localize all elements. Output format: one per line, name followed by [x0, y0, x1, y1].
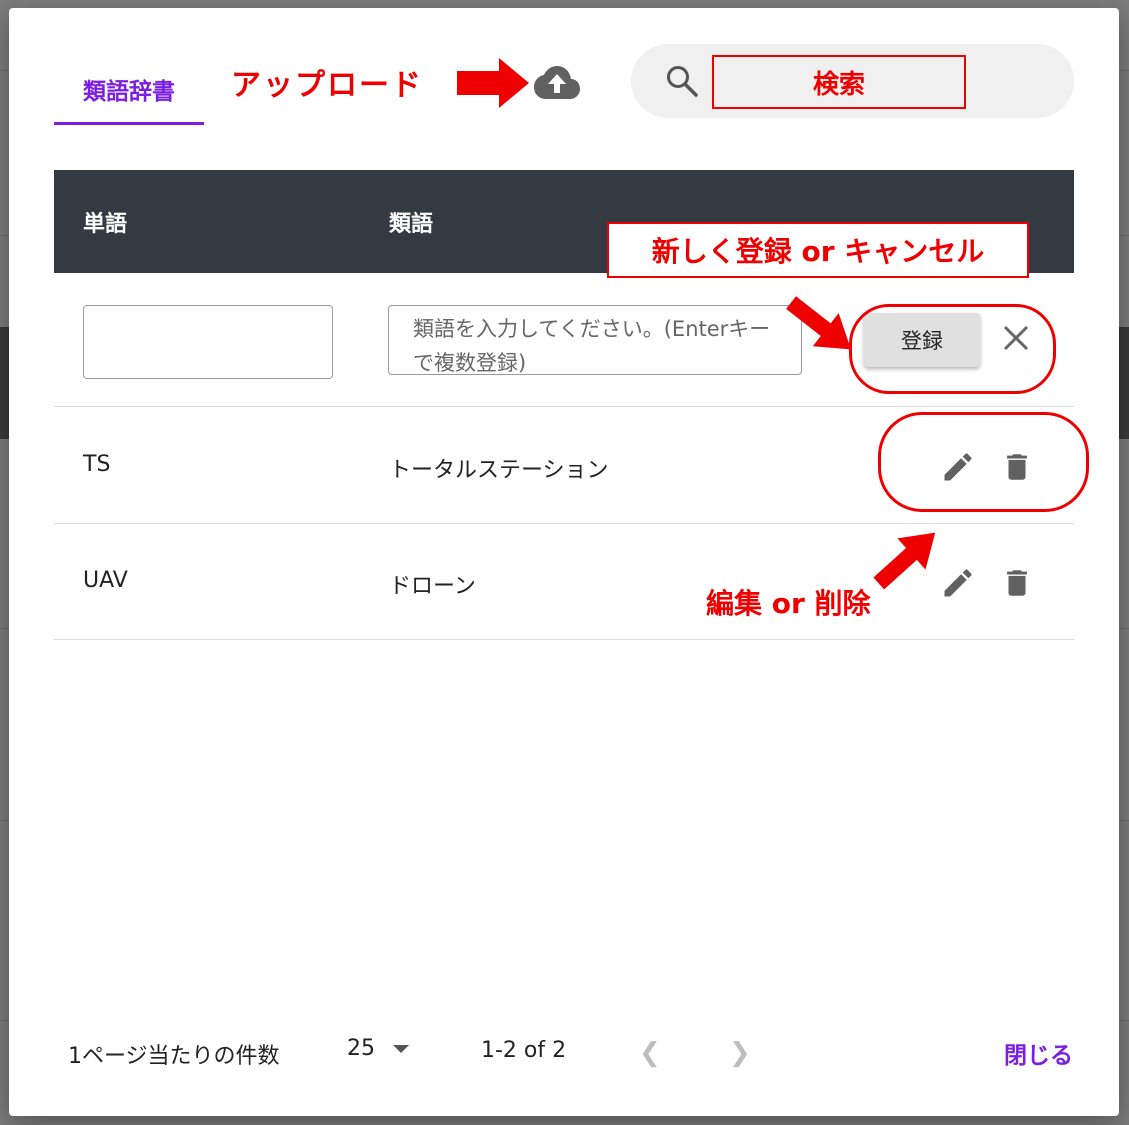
trash-icon[interactable] [1000, 449, 1034, 485]
rows-per-page-label: 1ページ当たりの件数 [68, 1044, 280, 1069]
rows-per-page-value: 25 [347, 1036, 375, 1061]
table-row: TS トータルステーション [54, 407, 1074, 524]
close-icon [1003, 325, 1029, 351]
search-icon [667, 66, 698, 97]
tab-active-indicator [54, 122, 204, 125]
annotation-arrow-right [457, 58, 529, 108]
rows-per-page-select[interactable]: 25 [347, 1036, 409, 1061]
tab-synonym-dictionary[interactable]: 類語辞書 [54, 54, 204, 124]
new-entry-row: 類語を入力してください。(Enterキーで複数登録) 登録 [54, 273, 1074, 407]
cell-word: UAV [83, 568, 128, 593]
upload-button[interactable] [529, 60, 585, 106]
pencil-icon[interactable] [940, 565, 976, 601]
annotation-new-or-cancel: 新しく登録 or キャンセル [607, 222, 1029, 278]
pencil-icon[interactable] [940, 449, 976, 485]
page-range: 1-2 of 2 [481, 1038, 567, 1063]
chevron-right-icon[interactable]: ❯ [729, 1038, 751, 1068]
cell-synonym: トータルステーション [389, 458, 609, 483]
trash-icon[interactable] [1000, 565, 1034, 601]
close-dialog-button[interactable]: 閉じる [1004, 1036, 1073, 1070]
word-input[interactable] [83, 305, 333, 379]
annotation-edit-or-delete: 編集 or 削除 [706, 587, 871, 620]
cancel-button[interactable] [996, 318, 1036, 358]
cloud-upload-icon [534, 66, 580, 99]
table-row: UAV ドローン [54, 523, 1074, 640]
column-header-word: 単語 [83, 212, 128, 237]
chevron-left-icon[interactable]: ❮ [639, 1038, 661, 1068]
annotation-upload: アップロード [231, 68, 423, 103]
pagination-footer: 1ページ当たりの件数 25 1-2 of 2 ❮ ❯ 閉じる [54, 1024, 1104, 1084]
register-button[interactable]: 登録 [864, 313, 980, 367]
synonym-dictionary-dialog: 類語辞書 アップロード 検索 単語 類語 新しく登録 or キャンセル 類語を入… [9, 8, 1119, 1116]
search-bar [631, 44, 1074, 118]
cell-word: TS [83, 452, 111, 477]
cell-synonym: ドローン [389, 574, 476, 599]
search-input[interactable] [713, 55, 967, 107]
synonym-input[interactable]: 類語を入力してください。(Enterキーで複数登録) [388, 305, 802, 375]
caret-down-icon [393, 1044, 409, 1053]
column-header-synonym: 類語 [389, 212, 434, 237]
